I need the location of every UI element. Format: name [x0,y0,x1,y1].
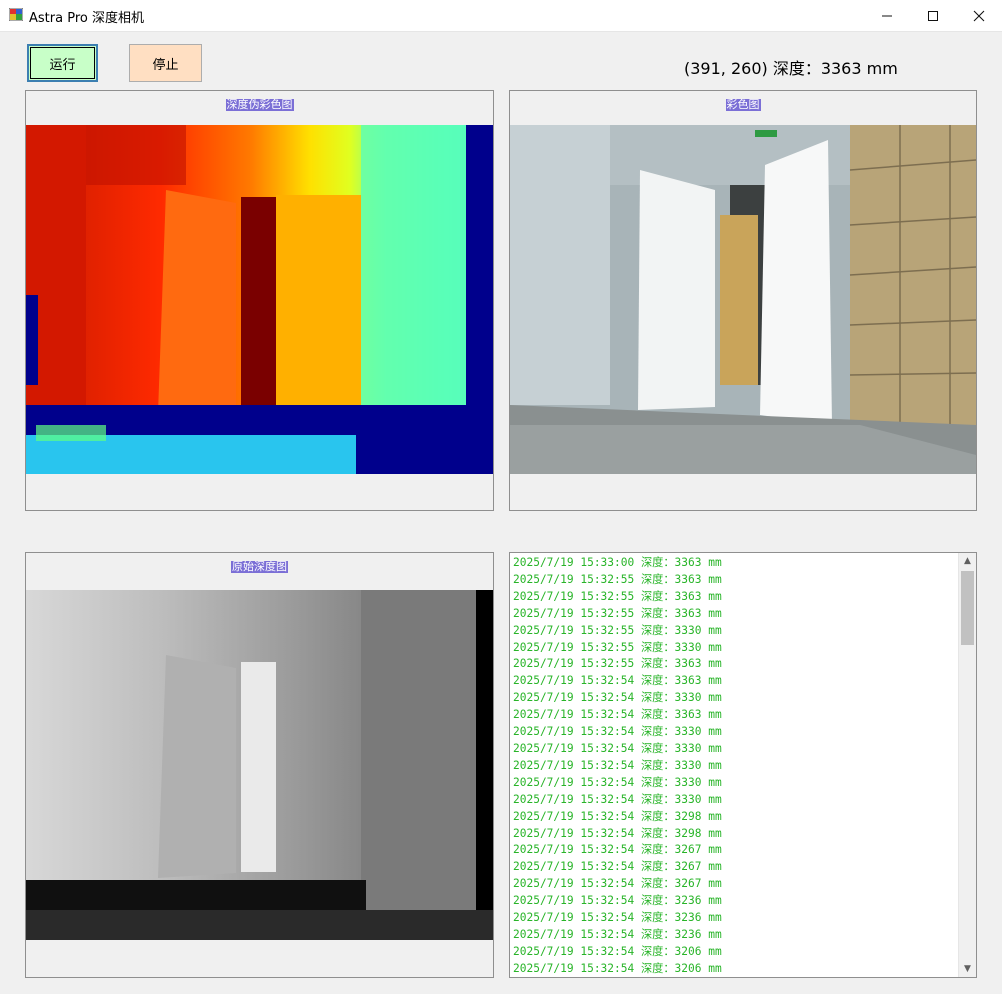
log-line: 2025/7/19 15:32:54 深度：3298 mm [513,826,722,840]
scroll-down-icon[interactable]: ▼ [959,961,976,977]
log-line: 2025/7/19 15:32:54 深度：3236 mm [513,894,722,908]
log-line: 2025/7/19 15:32:55 深度：3363 mm [513,657,722,671]
log-lines: 2025/7/19 15:33:00 深度：3363 mm 2025/7/19 1… [513,555,958,977]
log-line: 2025/7/19 15:32:54 深度：3267 mm [513,843,722,857]
log-line: 2025/7/19 15:32:55 深度：3330 mm [513,623,722,637]
log-line: 2025/7/19 15:32:54 深度：3236 mm [513,927,722,941]
window-title: Astra Pro 深度相机 [29,11,144,26]
log-line: 2025/7/19 15:32:55 深度：3363 mm [513,572,722,586]
log-line: 2025/7/19 15:32:54 深度：3206 mm [513,961,722,975]
maximize-button[interactable] [910,0,956,31]
log-line: 2025/7/19 15:32:54 深度：3330 mm [513,758,722,772]
log-line: 2025/7/19 15:32:54 深度：3330 mm [513,792,722,806]
maximize-icon [928,10,938,21]
log-scrollbar[interactable]: ▲ ▼ [958,553,976,977]
close-icon [973,10,985,21]
log-line: 2025/7/19 15:32:55 深度：3363 mm [513,589,722,603]
log-line: 2025/7/19 15:32:54 深度：3330 mm [513,741,722,755]
pseudo-color-depth-image [26,125,493,474]
log-line: 2025/7/19 15:32:54 深度：3206 mm [513,944,722,958]
run-button[interactable]: 运行 [27,44,98,82]
title-bar[interactable]: Astra Pro 深度相机 [0,0,1002,32]
log-line: 2025/7/19 15:32:54 深度：3330 mm [513,691,722,705]
log-line: 2025/7/19 15:32:54 深度：3330 mm [513,775,722,789]
pseudo-color-panel: 深度伪彩色图 [25,90,494,511]
raw-depth-title: 原始深度图 [231,560,288,573]
scroll-thumb[interactable] [961,571,974,645]
color-image-panel: 彩色图 [509,90,977,511]
log-line: 2025/7/19 15:32:54 深度：3363 mm [513,708,722,722]
log-line: 2025/7/19 15:32:54 深度：3363 mm [513,674,722,688]
pseudo-color-title: 深度伪彩色图 [225,98,294,111]
log-line: 2025/7/19 15:32:54 深度：3267 mm [513,877,722,891]
log-line: 2025/7/19 15:32:55 深度：3363 mm [513,606,722,620]
log-line: 2025/7/19 15:32:54 深度：3330 mm [513,725,722,739]
log-line: 2025/7/19 15:32:54 深度：3236 mm [513,911,722,925]
minimize-icon [882,15,892,16]
log-line: 2025/7/19 15:33:00 深度：3363 mm [513,556,722,569]
depth-log-list[interactable]: 2025/7/19 15:33:00 深度：3363 mm 2025/7/19 1… [509,552,977,978]
log-line: 2025/7/19 15:32:55 深度：3330 mm [513,640,722,654]
log-line: 2025/7/19 15:32:54 深度：3298 mm [513,809,722,823]
raw-depth-image [26,590,493,940]
close-button[interactable] [956,0,1002,31]
stop-button[interactable]: 停止 [129,44,202,82]
minimize-button[interactable] [864,0,910,31]
scroll-up-icon[interactable]: ▲ [959,553,976,569]
color-image-title: 彩色图 [725,98,761,111]
app-icon [9,8,23,21]
depth-readout: (391, 260) 深度：3363 mm [684,59,898,78]
color-camera-image [510,125,976,474]
raw-depth-panel: 原始深度图 [25,552,494,978]
log-line: 2025/7/19 15:32:54 深度：3267 mm [513,860,722,874]
